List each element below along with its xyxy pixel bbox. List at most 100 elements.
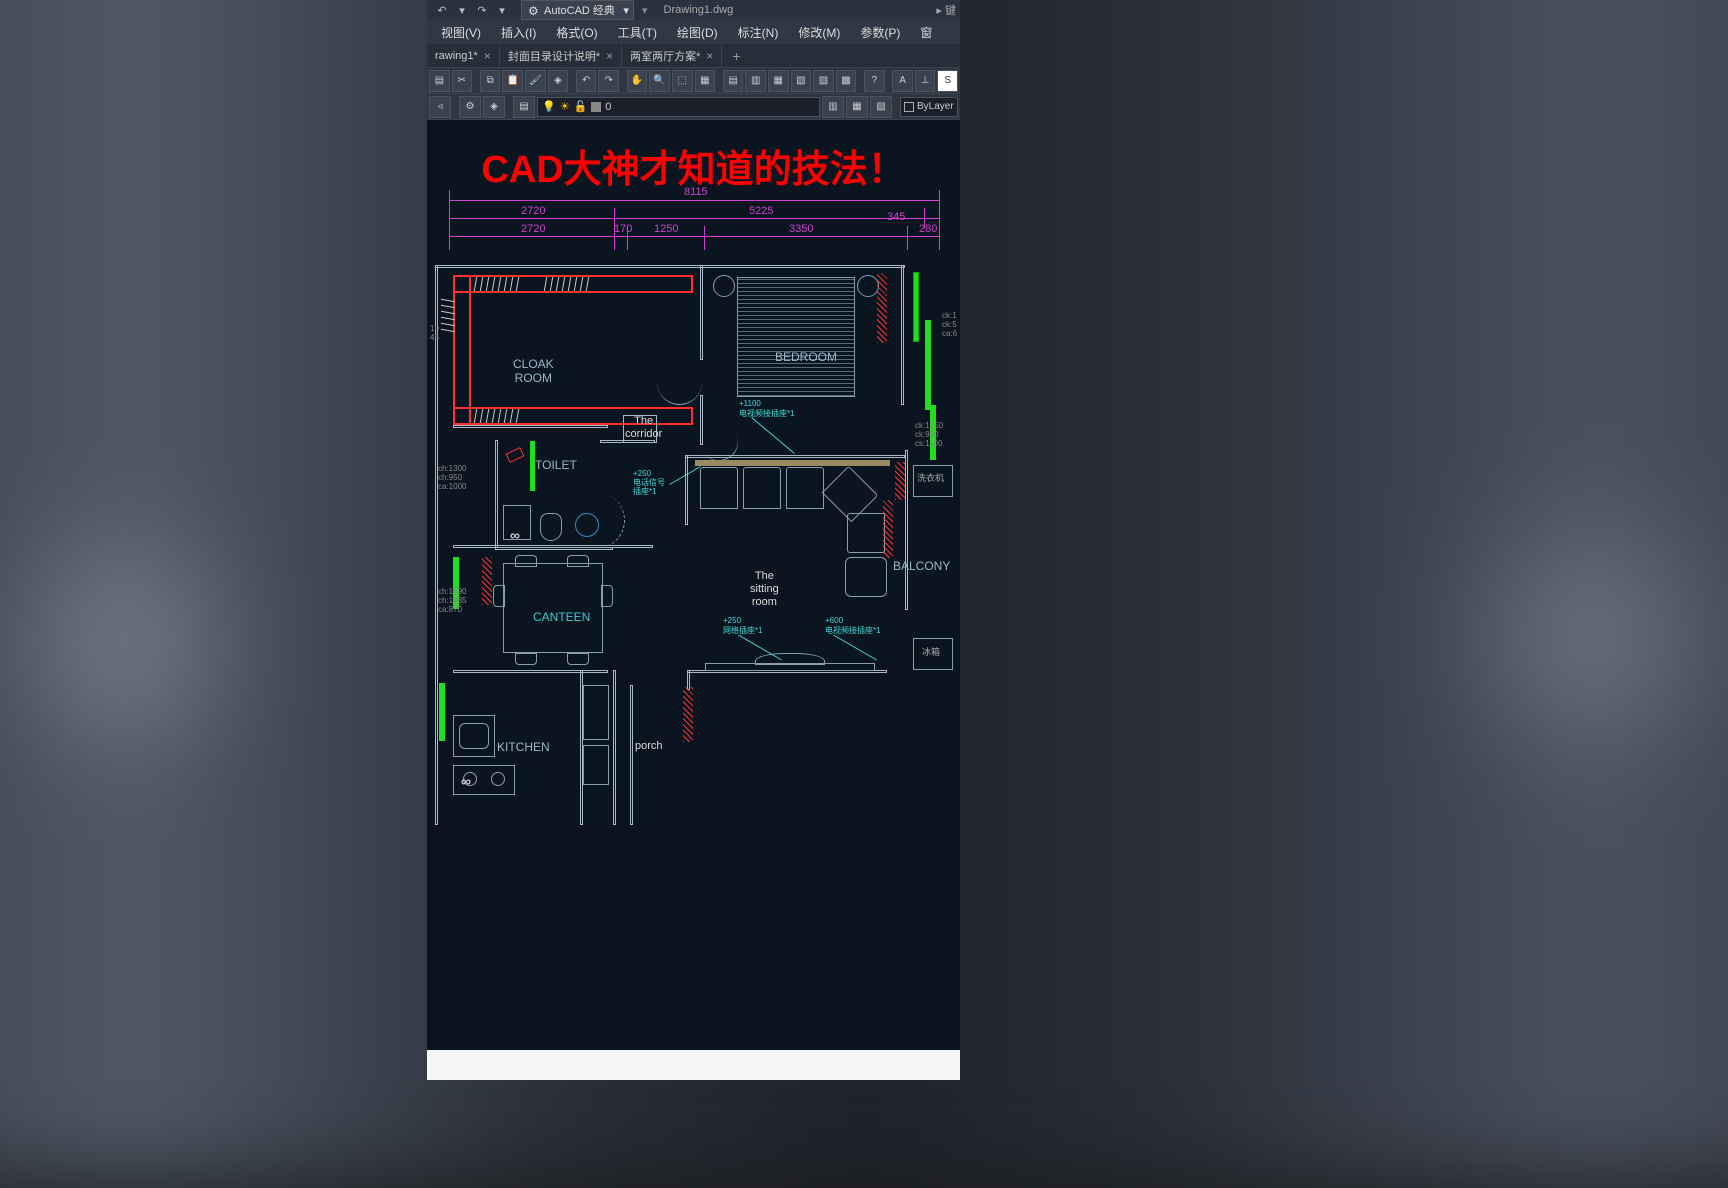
tab-drawing1[interactable]: rawing1* × (427, 46, 500, 66)
tool-6[interactable]: ◈ (548, 70, 569, 92)
color-swatch (904, 102, 914, 112)
chair (515, 555, 537, 567)
menu-insert[interactable]: 插入(I) (491, 21, 546, 44)
color-control[interactable]: ByLayer (900, 97, 958, 117)
layer-iso-icon[interactable]: ▦ (846, 96, 868, 118)
pan-icon[interactable]: ✋ (627, 70, 648, 92)
workspace-dropdown[interactable]: AutoCAD 经典 ▾ (521, 0, 634, 20)
dim-r1-2: 5225 (749, 205, 773, 217)
layer-name: 0 (605, 101, 611, 113)
match-prop-icon[interactable]: 🖌 (525, 70, 546, 92)
menu-view[interactable]: 视图(V) (431, 21, 491, 44)
redo-arrow-icon[interactable]: ↷ (473, 2, 491, 18)
help-icon[interactable]: ? (864, 70, 885, 92)
label-washer: 洗衣机 (917, 473, 944, 484)
workspace-chevron-icon[interactable]: ▾ (642, 4, 648, 17)
dim-r2-2: 170 (614, 223, 632, 235)
annot-a2: ch:1590 ch:1285 ca:870 (438, 588, 466, 614)
annot-a3: ck:1 ck:5 ca:6 (942, 312, 957, 338)
chair (567, 653, 589, 665)
annot-a1: ch:1300 ch:950 ca:1000 (438, 465, 466, 491)
zoom-ext-icon[interactable]: ▦ (695, 70, 716, 92)
layer-dropdown[interactable]: 💡 ☀ 🔓 0 (537, 97, 820, 117)
layer-merge-icon[interactable]: ▧ (870, 96, 892, 118)
text-style-icon[interactable]: A (892, 70, 913, 92)
chair (515, 653, 537, 665)
undo-dropdown-icon[interactable]: ▾ (453, 2, 471, 18)
close-icon[interactable]: × (606, 49, 613, 63)
close-icon[interactable]: × (706, 49, 713, 63)
undo-arrow-icon[interactable]: ↶ (433, 2, 451, 18)
menu-parametric[interactable]: 参数(P) (850, 21, 910, 44)
copy-icon[interactable]: ⧉ (480, 70, 501, 92)
close-icon[interactable]: × (484, 49, 491, 63)
lamp-icon (713, 275, 735, 297)
chair (493, 585, 505, 607)
layer-filter-icon[interactable]: ▥ (822, 96, 844, 118)
label-balcony: BALCONY (893, 559, 950, 573)
zoom-window-icon[interactable]: ⬚ (672, 70, 693, 92)
menu-tools[interactable]: 工具(T) (608, 21, 667, 44)
dim-style-icon[interactable]: ⊥ (915, 70, 936, 92)
tab-label: 两室两厅方案* (630, 48, 700, 64)
block-icon[interactable]: ▧ (791, 70, 812, 92)
label-bedroom: BEDROOM (775, 350, 837, 364)
dimension-block: 8115 2720 5225 345 2720 170 1250 3350 28… (449, 190, 939, 250)
drawing-canvas[interactable]: CAD大神才知道的技法！ 8115 2720 5225 345 2720 170… (427, 120, 960, 1050)
tab-cover-design[interactable]: 封面目录设计说明* × (500, 45, 622, 67)
elec-1-val: +1100 (739, 400, 761, 409)
toilet-fixture (540, 513, 562, 541)
menu-dimension[interactable]: 标注(N) (728, 21, 789, 44)
dim-total: 8115 (684, 186, 708, 198)
dim-r1-1: 2720 (521, 205, 545, 217)
dim-r1-3: 345 (887, 211, 905, 223)
layer-prev-icon[interactable]: ◃ (429, 96, 451, 118)
bulb-icon: 💡 (542, 100, 556, 113)
floor-plan: CLOAK ROOM BEDROOM (435, 265, 955, 825)
redo-icon[interactable]: ↷ (598, 70, 619, 92)
redo-dropdown-icon[interactable]: ▾ (493, 2, 511, 18)
title-bar-right-text: 键 (945, 5, 956, 17)
dim-r2-4: 3350 (789, 223, 813, 235)
dining-table (503, 563, 603, 653)
lamp-icon (857, 275, 879, 297)
paste-icon[interactable]: 📋 (502, 70, 523, 92)
layer-states-icon[interactable]: ◈ (483, 96, 505, 118)
infinity-symbol: ∞ (510, 527, 520, 543)
chair (567, 555, 589, 567)
annot-a4: ck:1250 ck:950 cs:1100 (915, 422, 943, 448)
title-bar-arrow-icon[interactable]: ▸ (936, 5, 942, 17)
workspace-label: AutoCAD 经典 (544, 2, 615, 18)
layer-icon[interactable]: ▦ (768, 70, 789, 92)
layer-tools-icon[interactable]: ▤ (513, 96, 535, 118)
elec-1: 电视频接插座*1 (739, 410, 795, 419)
zoom-icon[interactable]: 🔍 (649, 70, 670, 92)
menu-draw[interactable]: 绘图(D) (667, 21, 728, 44)
table-icon[interactable]: ▨ (813, 70, 834, 92)
new-tab-button[interactable]: + (722, 48, 750, 64)
menu-format[interactable]: 格式(O) (546, 21, 607, 44)
search-icon[interactable]: S (937, 70, 958, 92)
sheet-icon[interactable]: ▥ (745, 70, 766, 92)
layout-icon[interactable]: ▤ (723, 70, 744, 92)
gear-icon (528, 4, 540, 16)
menu-modify[interactable]: 修改(M) (788, 21, 850, 44)
dim-r2-3: 1250 (654, 223, 678, 235)
tab-label: 封面目录设计说明* (508, 48, 600, 64)
label-cloak-room: CLOAK ROOM (513, 357, 554, 386)
calc-icon[interactable]: ▩ (836, 70, 857, 92)
elec-4-val: +600 (825, 617, 843, 626)
title-bar: ↶ ▾ ↷ ▾ AutoCAD 经典 ▾ ▾ Drawing1.dwg ▸ 键 (427, 0, 960, 20)
lock-icon: 🔓 (574, 100, 588, 113)
tool-1[interactable]: ▤ (429, 70, 450, 92)
elec-2: +250 电话信号 插座*1 (633, 470, 665, 496)
layer-props-icon[interactable]: ⚙ (459, 96, 481, 118)
menu-window[interactable]: 窗 (910, 21, 942, 44)
label-corridor: The corridor (625, 415, 662, 441)
undo-icon[interactable]: ↶ (576, 70, 597, 92)
label-kitchen: KITCHEN (497, 740, 550, 754)
cabinet (583, 745, 609, 785)
tab-two-bedroom[interactable]: 两室两厅方案* × (622, 45, 722, 67)
sink (575, 513, 599, 537)
cut-icon[interactable]: ✂ (452, 70, 473, 92)
